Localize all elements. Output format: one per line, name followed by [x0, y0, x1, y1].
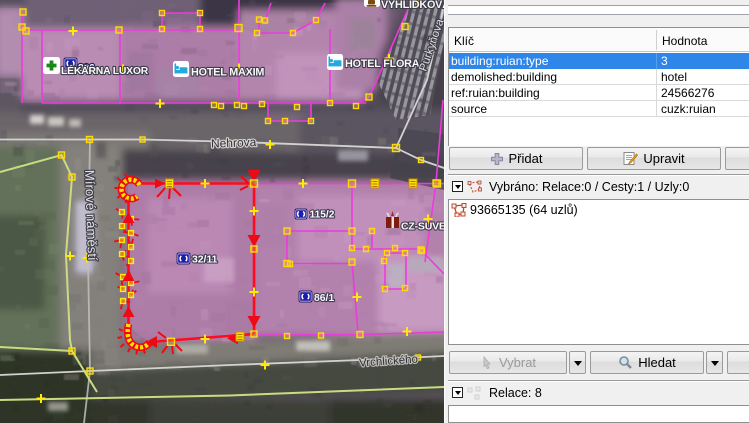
svg-text:LÉKÁRNA LUXOR: LÉKÁRNA LUXOR — [61, 64, 149, 77]
svg-text:Nehrova: Nehrova — [211, 135, 257, 151]
svg-text:VYHLÍDKOVÁ K: VYHLÍDKOVÁ K — [381, 0, 444, 11]
svg-text:Mírové náměstí: Mírové náměstí — [82, 170, 100, 262]
svg-text:32/11: 32/11 — [192, 255, 218, 266]
svg-text:115/2: 115/2 — [310, 210, 335, 221]
svg-text:86/1: 86/1 — [314, 293, 334, 304]
svg-text:CZ-SUVEN: CZ-SUVEN — [401, 221, 444, 233]
svg-text:HOTEL FLORA: HOTEL FLORA — [345, 58, 420, 70]
svg-text:HOTEL MAXIM: HOTEL MAXIM — [191, 67, 264, 79]
